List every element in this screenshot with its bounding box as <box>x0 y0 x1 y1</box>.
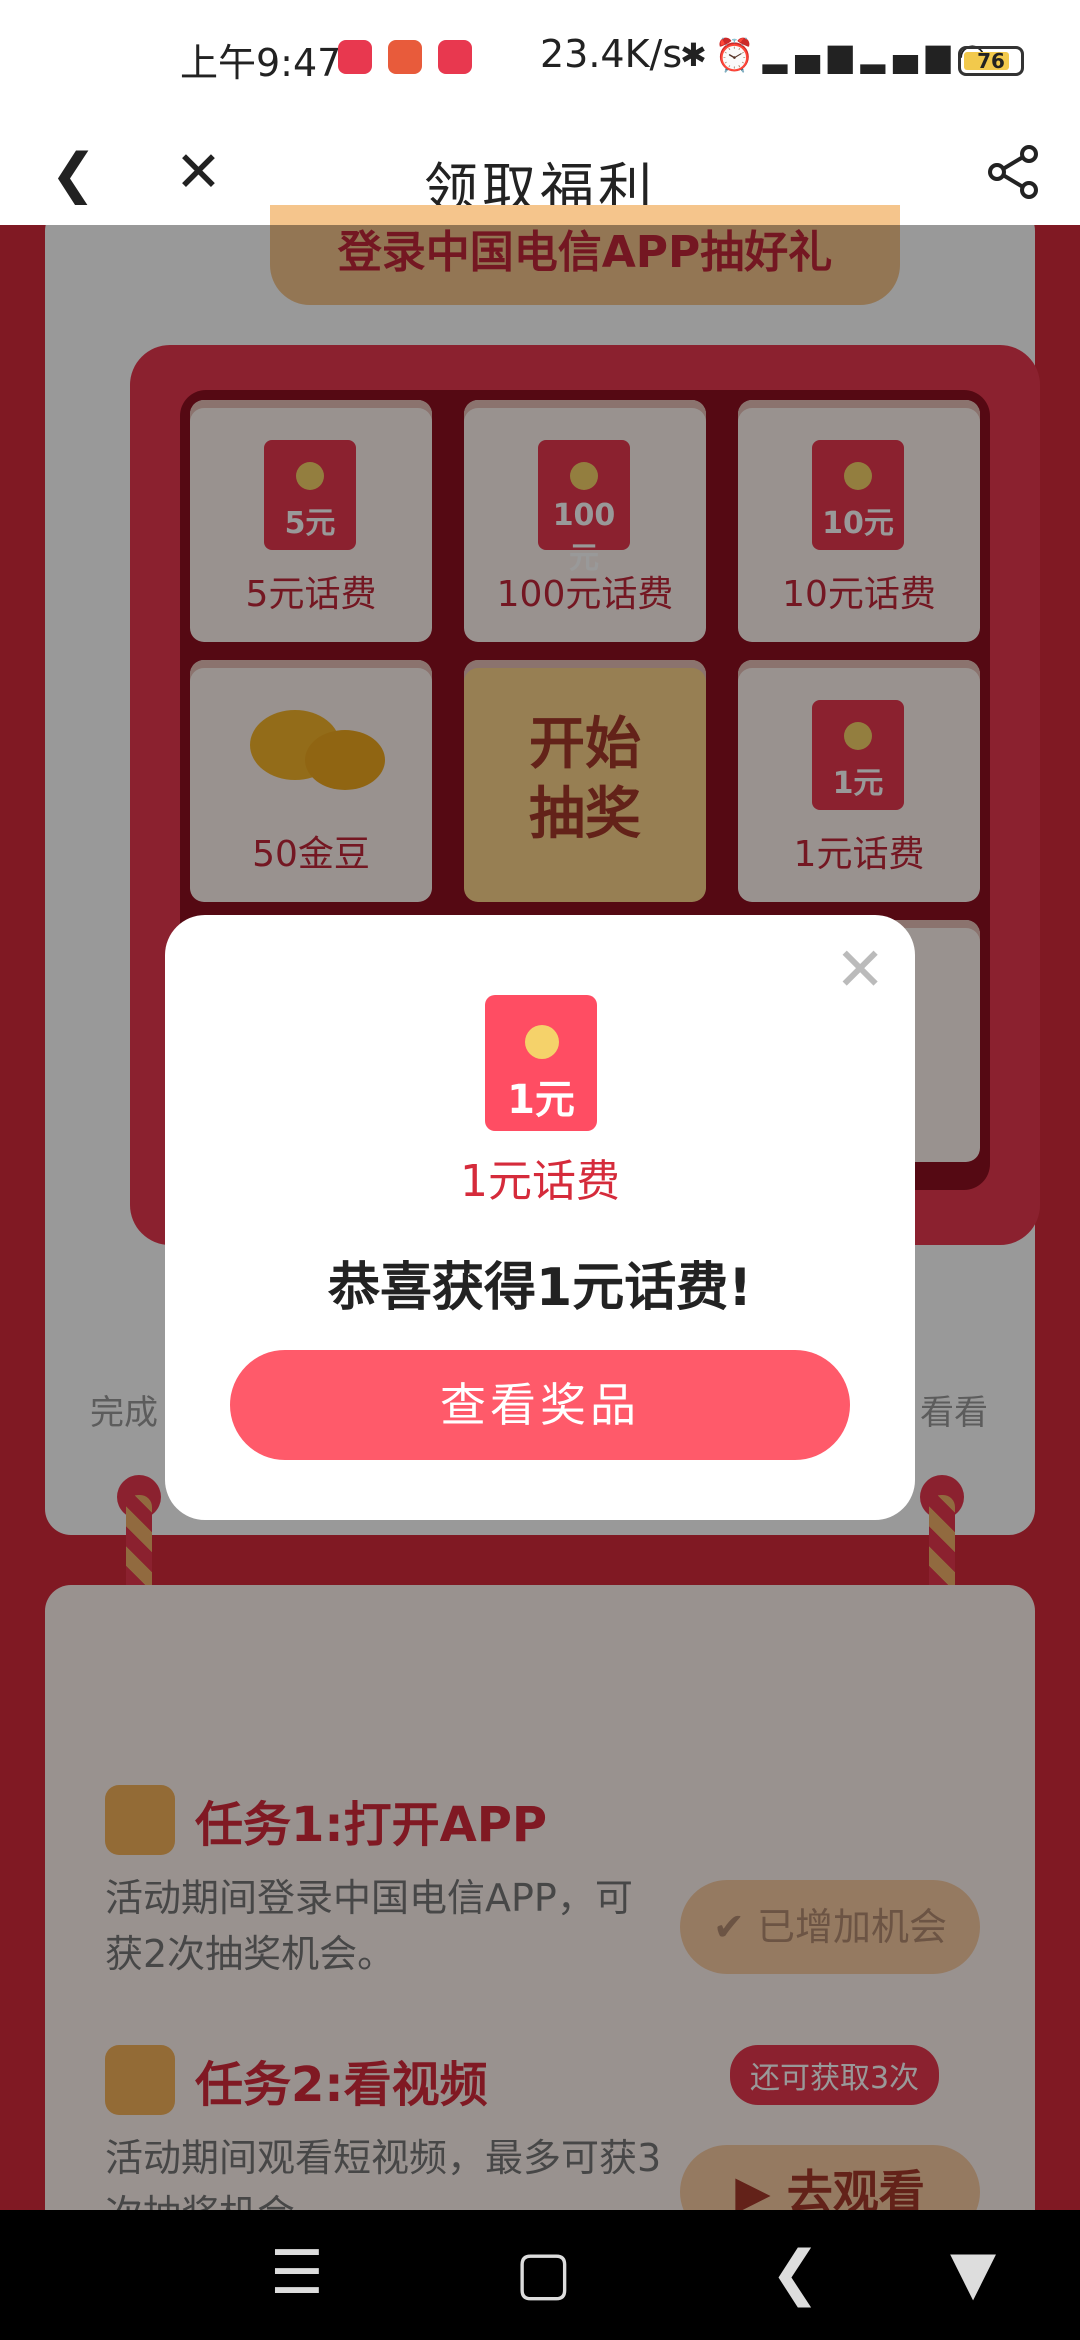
home-icon[interactable]: ▢ <box>515 2238 572 2308</box>
assistant-icon[interactable]: ▼ <box>950 2238 996 2308</box>
network-speed: 23.4K/s <box>540 32 683 76</box>
bluetooth-icon: ✱ <box>680 36 715 74</box>
share-icon[interactable] <box>985 144 1041 200</box>
battery-icon: 76 <box>958 46 1024 76</box>
app-notification-icon <box>438 40 472 74</box>
app-notification-icon <box>338 40 372 74</box>
signal-hd-icon: ▂▄▆ <box>762 36 861 74</box>
back-nav-icon[interactable]: ❮ <box>770 2238 820 2308</box>
status-icons: ✱⏰▂▄▆▂▄▆◠ <box>680 36 994 74</box>
red-envelope-icon: 1元 <box>485 995 597 1131</box>
system-nav-bar: ☰ ▢ ❮ ▼ <box>0 2210 1080 2340</box>
menu-icon[interactable]: ☰ <box>270 2238 324 2308</box>
battery-level: 76 <box>977 49 1005 73</box>
prize-name: 1元话费 <box>460 1156 620 1207</box>
view-prize-button[interactable]: 查看奖品 <box>230 1350 850 1460</box>
close-dialog-icon[interactable]: ✕ <box>835 935 885 1005</box>
app-notification-icon <box>388 40 422 74</box>
congrats-message: 恭喜获得1元话费! <box>328 1258 752 1318</box>
status-time: 上午9:47 <box>180 41 342 85</box>
status-bar: 上午9:47 23.4K/s ✱⏰▂▄▆▂▄▆◠ 76 <box>0 0 1080 120</box>
prize-dialog: ✕ 1元 1元话费 恭喜获得1元话费! 查看奖品 <box>165 915 915 1520</box>
signal-hd-icon: ▂▄▆ <box>860 36 959 74</box>
alarm-icon: ⏰ <box>714 36 763 74</box>
